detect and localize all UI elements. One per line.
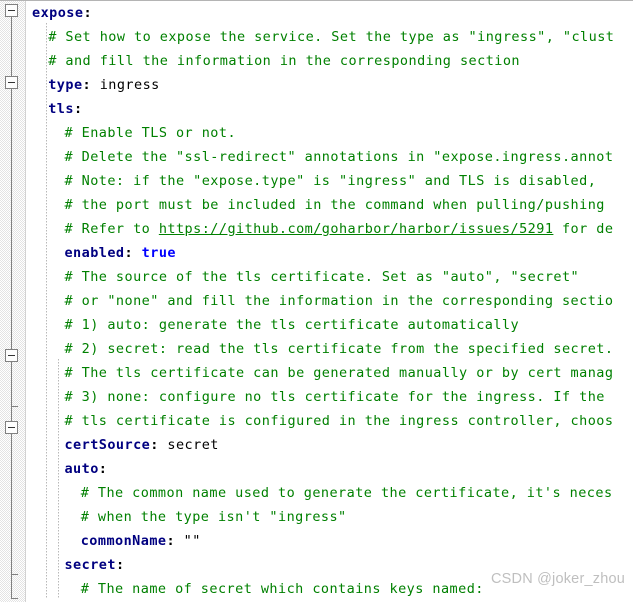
yaml-colon: :: [150, 437, 159, 453]
fold-spine-1: [11, 83, 12, 575]
code-line[interactable]: # Delete the "ssl-redirect" annotations …: [26, 145, 633, 169]
code-line[interactable]: certSource: secret: [26, 433, 633, 457]
yaml-boolean: true: [133, 245, 176, 261]
fold-secret-end: [11, 574, 18, 575]
code-lines[interactable]: expose: # Set how to expose the service. …: [26, 1, 633, 602]
yaml-comment: # Refer to: [64, 221, 159, 237]
yaml-key: commonName: [80, 533, 167, 549]
code-line[interactable]: # Refer to https://github.com/goharbor/h…: [26, 217, 633, 241]
code-editor[interactable]: expose: # Set how to expose the service. …: [0, 0, 633, 602]
code-line[interactable]: # 3) none: configure no tls certificate …: [26, 385, 633, 409]
code-line[interactable]: # 1) auto: generate the tls certificate …: [26, 313, 633, 337]
yaml-comment: # The common name used to generate the c…: [80, 485, 613, 501]
yaml-colon: :: [82, 77, 92, 93]
yaml-comment: for de: [553, 221, 614, 237]
yaml-comment: # The source of the tls certificate. Set…: [64, 269, 580, 285]
yaml-colon: :: [115, 557, 125, 573]
yaml-colon: :: [124, 245, 134, 261]
yaml-comment: # when the type isn't "ingress": [80, 509, 347, 525]
csdn-watermark: CSDN @joker_zhou: [491, 571, 625, 587]
yaml-comment: # the port must be included in the comma…: [64, 197, 605, 213]
code-line[interactable]: # when the type isn't "ingress": [26, 505, 633, 529]
yaml-colon: :: [83, 5, 93, 21]
fold-auto[interactable]: [5, 349, 18, 362]
code-line[interactable]: commonName: "": [26, 529, 633, 553]
fold-gutter[interactable]: [0, 1, 26, 602]
yaml-comment: # Note: if the "expose.type" is "ingress…: [64, 173, 597, 189]
code-line[interactable]: # The tls certificate can be generated m…: [26, 361, 633, 385]
code-line[interactable]: type: ingress: [26, 73, 633, 97]
code-line[interactable]: # tls certificate is configured in the i…: [26, 409, 633, 433]
code-line[interactable]: # 2) secret: read the tls certificate fr…: [26, 337, 633, 361]
code-line[interactable]: enabled: true: [26, 241, 633, 265]
code-line[interactable]: auto:: [26, 457, 633, 481]
code-line[interactable]: # Enable TLS or not.: [26, 121, 633, 145]
indent-guide-0: [46, 23, 47, 599]
indent-guide-1: [58, 359, 59, 599]
yaml-value: ingress: [91, 77, 160, 93]
yaml-key: expose: [32, 5, 84, 21]
yaml-comment: # The name of secret which contains keys…: [80, 581, 484, 597]
yaml-key: type: [48, 77, 83, 93]
yaml-key: secret: [64, 557, 116, 573]
code-line[interactable]: tls:: [26, 97, 633, 121]
yaml-comment: # and fill the information in the corres…: [48, 53, 521, 69]
yaml-comment: # Delete the "ssl-redirect" annotations …: [64, 149, 614, 165]
yaml-comment: # 1) auto: generate the tls certificate …: [64, 317, 520, 333]
yaml-key: enabled: [64, 245, 125, 261]
yaml-key: certSource: [64, 437, 151, 453]
yaml-colon: :: [166, 533, 176, 549]
fold-expose-end: [11, 598, 18, 599]
code-line[interactable]: # Set how to expose the service. Set the…: [26, 25, 633, 49]
yaml-comment: # tls certificate is configured in the i…: [64, 413, 614, 429]
yaml-value: secret: [158, 437, 219, 453]
code-line[interactable]: # and fill the information in the corres…: [26, 49, 633, 73]
fold-expose[interactable]: [5, 4, 18, 17]
yaml-comment: # Set how to expose the service. Set the…: [48, 29, 615, 45]
code-line[interactable]: # The common name used to generate the c…: [26, 481, 633, 505]
yaml-comment: # Enable TLS or not.: [64, 125, 237, 141]
yaml-comment: # or "none" and fill the information in …: [64, 293, 614, 309]
code-line[interactable]: # The source of the tls certificate. Set…: [26, 265, 633, 289]
yaml-colon: :: [98, 461, 108, 477]
yaml-comment: # 3) none: configure no tls certificate …: [64, 389, 605, 405]
yaml-comment: # The tls certificate can be generated m…: [64, 365, 614, 381]
code-line[interactable]: # Note: if the "expose.type" is "ingress…: [26, 169, 633, 193]
yaml-key: auto: [64, 461, 99, 477]
fold-tls[interactable]: [5, 76, 18, 89]
code-line[interactable]: expose:: [26, 1, 633, 25]
comment-link[interactable]: https://github.com/goharbor/harbor/issue…: [159, 221, 554, 237]
yaml-key: tls: [48, 101, 74, 117]
code-content[interactable]: expose: # Set how to expose the service. …: [26, 1, 633, 602]
code-line[interactable]: # or "none" and fill the information in …: [26, 289, 633, 313]
fold-auto-end: [11, 406, 18, 407]
yaml-comment: # 2) secret: read the tls certificate fr…: [64, 341, 614, 357]
yaml-colon: :: [73, 101, 83, 117]
fold-secret[interactable]: [5, 421, 18, 434]
code-line[interactable]: # the port must be included in the comma…: [26, 193, 633, 217]
yaml-string: "": [175, 533, 201, 549]
